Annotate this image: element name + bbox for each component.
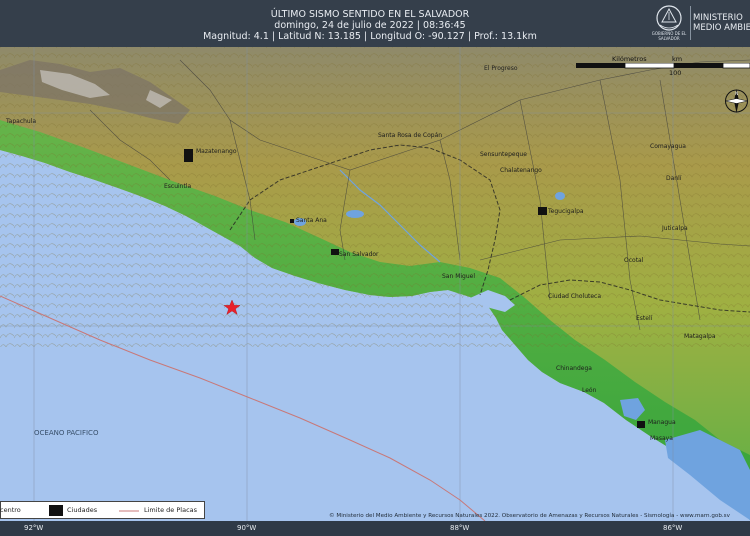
- lake-yojoa: [555, 192, 565, 200]
- longitude-label-92w: 92°W: [24, 524, 44, 532]
- credits-text: © Ministerio del Medio Ambiente y Recurs…: [329, 513, 730, 519]
- legend-epicenter-label: Epicentro: [0, 506, 21, 514]
- city-san-salvador: [331, 249, 339, 255]
- header-divider: [690, 6, 691, 40]
- label-san-salvador: San Salvador: [339, 251, 379, 258]
- label-ciudad-choluteca: Ciudad Choluteca: [548, 293, 601, 300]
- label-tapachula: Tapachula: [5, 118, 36, 125]
- longitude-label-86w: 86°W: [663, 524, 683, 532]
- event-details: Magnitud: 4.1 | Latitud N: 13.185 | Long…: [203, 31, 537, 42]
- map-title: ÚLTIMO SISMO SENTIDO EN EL SALVADOR: [270, 9, 470, 20]
- label-juticalpa: Juticalpa: [661, 225, 688, 232]
- legend-plates-label: Limite de Placas: [144, 506, 198, 514]
- label-danli: Danlí: [666, 175, 682, 182]
- label-escuintla: Escuintla: [164, 183, 192, 190]
- legend-plate-swatch: [119, 510, 139, 512]
- label-chinandega: Chinandega: [556, 365, 592, 372]
- svg-text:N: N: [735, 91, 738, 96]
- scale-100-label: 100: [669, 69, 682, 77]
- city-santa-ana: [290, 219, 294, 223]
- longitude-axis: 92°W 90°W 88°W 86°W: [0, 521, 750, 536]
- longitude-label-90w: 90°W: [237, 524, 257, 532]
- lake-ilopango: [346, 210, 364, 218]
- legend-city-swatch: [49, 505, 63, 516]
- ministry-line-2: MEDIO AMBIENTE: [693, 23, 750, 33]
- city-managua: [637, 421, 645, 428]
- ministry-name: MINISTERIO MEDIO AMBIENTE: [693, 13, 750, 33]
- label-san-miguel: San Miguel: [442, 273, 475, 280]
- scale-ruler: [576, 63, 750, 69]
- north-arrow-icon: N: [725, 89, 748, 113]
- header-bar: ÚLTIMO SISMO SENTIDO EN EL SALVADOR domi…: [0, 0, 750, 47]
- map-viewer: ÚLTIMO SISMO SENTIDO EN EL SALVADOR domi…: [0, 0, 750, 536]
- label-leon: León: [582, 387, 597, 394]
- scale-bar: Kilómetros km 100: [576, 55, 750, 77]
- ministry-line-1: MINISTERIO: [693, 13, 743, 23]
- label-pacific-ocean: OCEANO PACIFICO: [34, 429, 99, 437]
- scale-unit-label: Kilómetros: [612, 55, 647, 63]
- event-datetime: domingo, 24 de julio de 2022 | 08:36:45: [274, 20, 466, 31]
- label-comayagua: Comayagua: [650, 143, 686, 150]
- label-sensuntepeque: Sensuntepeque: [480, 151, 527, 158]
- label-ocotal: Ocotal: [624, 257, 644, 264]
- label-managua: Managua: [648, 419, 676, 426]
- label-quetzaltenango: Mazatenango: [196, 148, 237, 155]
- label-matagalpa: Matagalpa: [684, 333, 716, 340]
- label-masaya: Masaya: [650, 435, 673, 442]
- label-chalatenango: Chalatenango: [500, 167, 542, 174]
- map-canvas[interactable]: Tapachula El Progreso Mazatenango Escuin…: [0, 47, 750, 536]
- label-esteli: Estelí: [636, 315, 653, 322]
- logo-caption: GOBIERNO DE EL SALVADOR: [651, 31, 687, 41]
- longitude-label-88w: 88°W: [450, 524, 470, 532]
- city-quetzaltenango: [184, 149, 193, 162]
- label-santa-rosa: Santa Rosa de Copán: [378, 132, 442, 139]
- scale-km-label: km: [672, 55, 683, 63]
- legend-cities-label: Ciudades: [67, 506, 98, 514]
- label-santa-ana: Santa Ana: [296, 217, 327, 224]
- map-legend: Epicentro Ciudades Limite de Placas: [0, 501, 205, 519]
- label-el-progreso: El Progreso: [484, 65, 518, 72]
- city-tegucigalpa: [538, 207, 547, 215]
- label-tegucigalpa: Tegucigalpa: [547, 208, 584, 215]
